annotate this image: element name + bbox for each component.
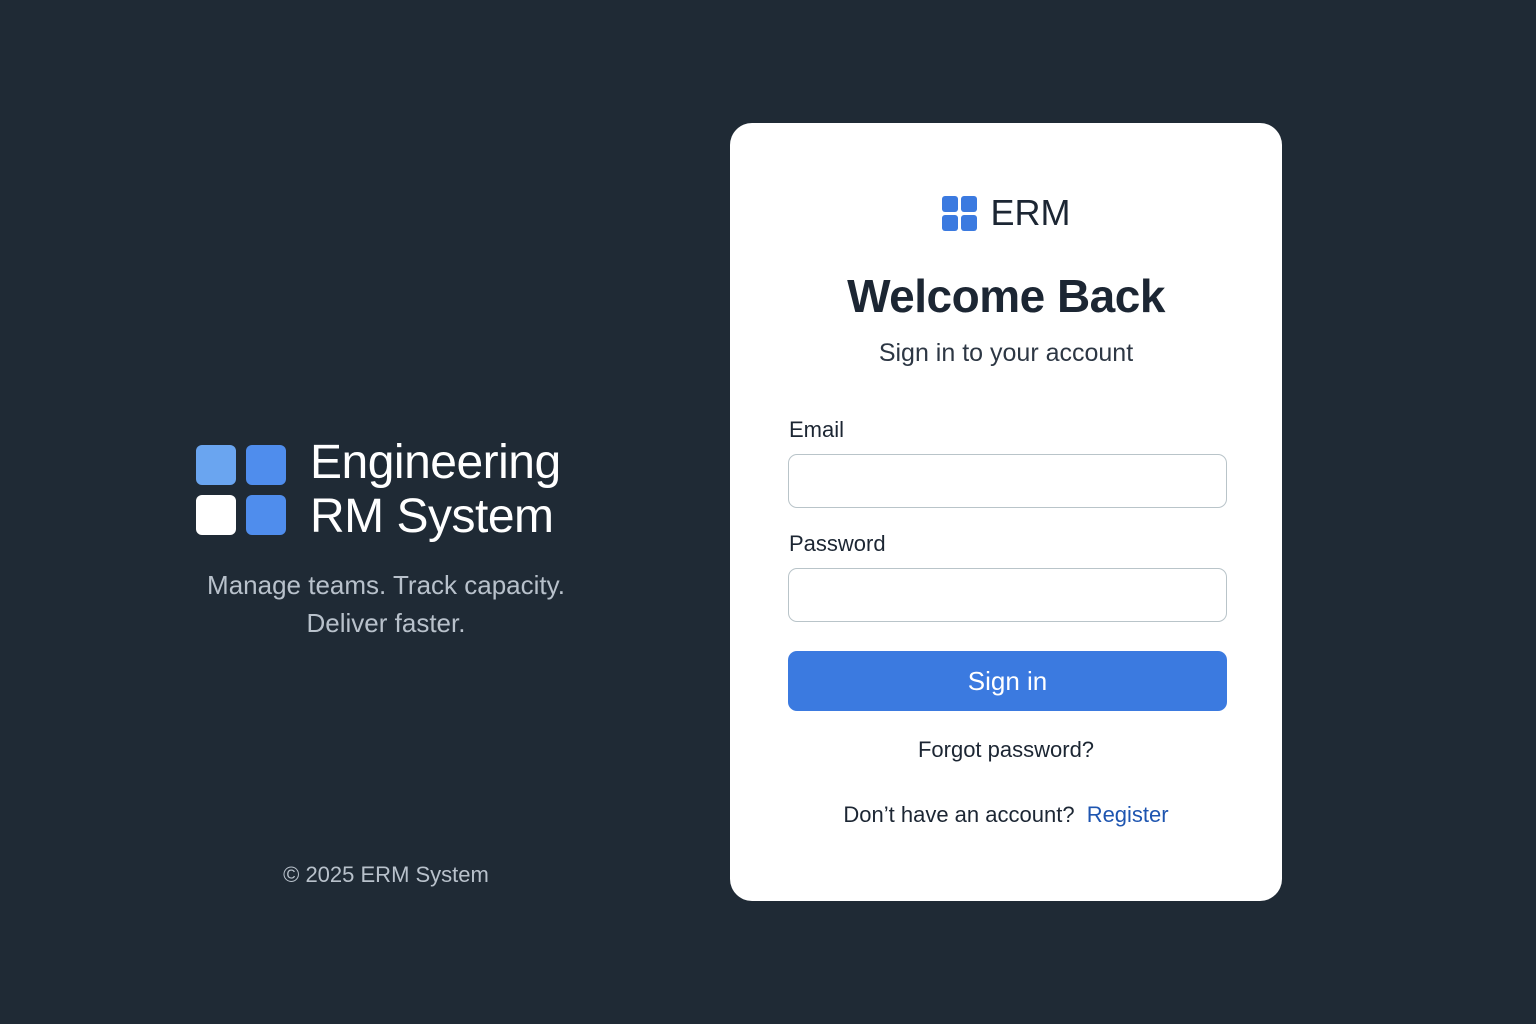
register-prompt: Don’t have an account? [843, 802, 1075, 827]
forgot-password-row: Forgot password? [730, 737, 1282, 763]
tagline: Manage teams. Track capacity. Deliver fa… [176, 566, 596, 642]
brand-block: Engineering RM System [196, 436, 561, 544]
password-field[interactable] [788, 568, 1227, 622]
tagline-line: Deliver faster. [306, 608, 466, 638]
logo-square [960, 195, 977, 212]
app-title: Engineering RM System [310, 436, 561, 544]
tagline-line: Manage teams. Track capacity. [207, 570, 565, 600]
logo-square [246, 495, 286, 535]
card-brand: ERM [730, 192, 1282, 234]
register-row: Don’t have an account? Register [730, 802, 1282, 828]
four-squares-logo-icon [196, 445, 286, 535]
logo-square [246, 445, 286, 485]
copyright-text: © 2025 ERM System [283, 862, 489, 887]
logo-square [196, 495, 236, 535]
register-link[interactable]: Register [1087, 802, 1169, 827]
app-title-line: RM System [310, 490, 554, 543]
password-label: Password [789, 531, 886, 556]
email-field[interactable] [788, 454, 1227, 508]
logo-square [941, 214, 958, 231]
email-label: Email [789, 417, 845, 442]
card-brand-text: ERM [990, 192, 1071, 233]
logo-square [941, 195, 958, 212]
page-title: Welcome Back [847, 270, 1165, 322]
logo-square [196, 445, 236, 485]
sign-in-button[interactable]: Sign in [788, 651, 1227, 711]
login-card: ERM Welcome Back Sign in to your account… [730, 123, 1282, 901]
page-subtitle: Sign in to your account [878, 339, 1134, 367]
app-title-line: Engineering [310, 436, 561, 489]
four-squares-logo-icon [941, 195, 977, 231]
logo-square [960, 214, 977, 231]
forgot-password-link[interactable]: Forgot password? [918, 737, 1094, 762]
